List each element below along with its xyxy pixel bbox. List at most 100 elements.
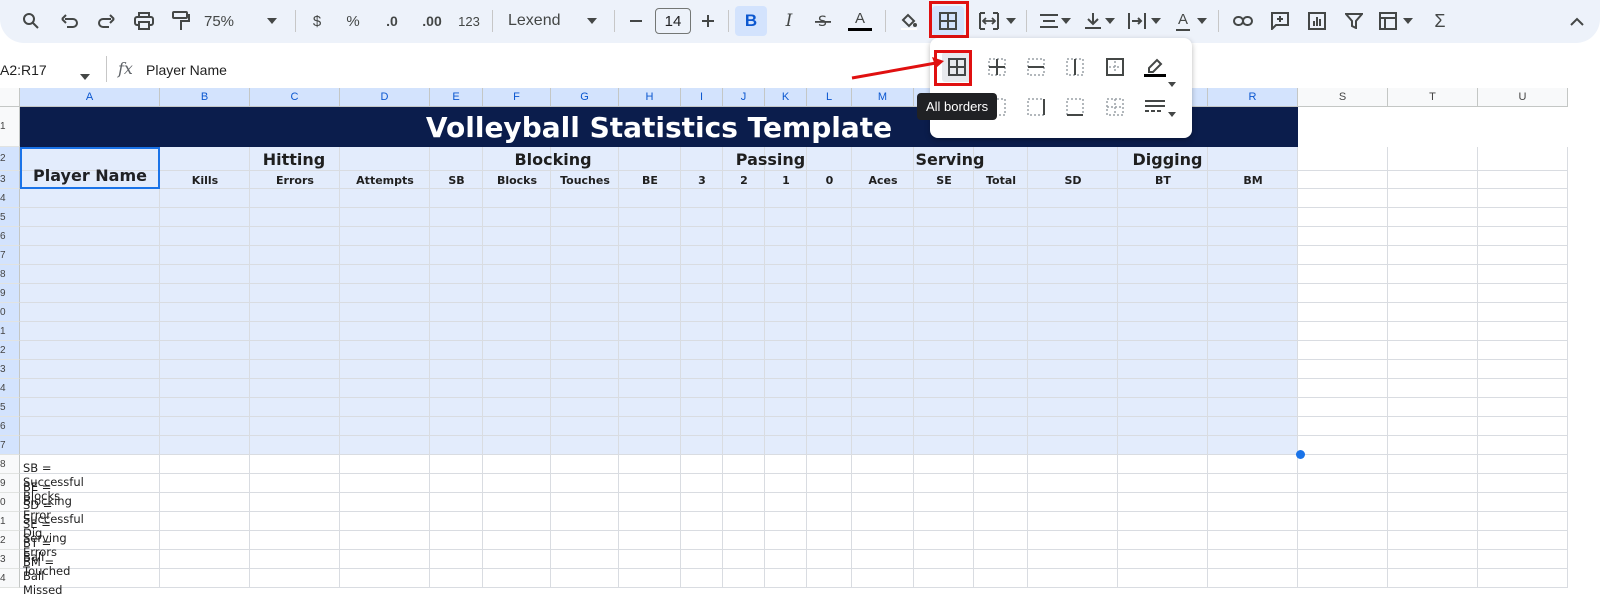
grid-cell[interactable] (430, 512, 483, 531)
grid-cell[interactable] (723, 550, 765, 569)
grid-cell[interactable] (619, 493, 681, 512)
grid-cell[interactable] (483, 265, 551, 284)
right-border-icon[interactable] (1021, 92, 1051, 122)
grid-cell[interactable] (1388, 246, 1478, 265)
row-header[interactable]: 7 (0, 246, 20, 265)
grid-cell[interactable] (1028, 379, 1118, 398)
grid-cell[interactable] (765, 284, 807, 303)
grid-cell[interactable] (852, 569, 914, 588)
row-header[interactable]: 1 (0, 322, 20, 341)
grid-cell[interactable] (974, 569, 1028, 588)
grid-cell[interactable] (723, 531, 765, 550)
grid-cell[interactable] (765, 436, 807, 455)
grid-cell[interactable] (340, 227, 430, 246)
grid-cell[interactable] (807, 322, 852, 341)
chevron-down-icon[interactable] (1168, 104, 1176, 122)
player-name-header[interactable]: Player Name (20, 147, 160, 189)
grid-cell[interactable] (914, 569, 974, 588)
grid-cell[interactable] (1388, 455, 1478, 474)
grid-cell[interactable] (340, 531, 430, 550)
grid-cell[interactable] (1298, 246, 1388, 265)
grid-cell[interactable] (1118, 493, 1208, 512)
grid-cell[interactable] (430, 474, 483, 493)
grid-cell[interactable] (1298, 341, 1388, 360)
grid-cell[interactable] (807, 531, 852, 550)
grid-cell[interactable] (430, 550, 483, 569)
grid-cell[interactable] (1388, 322, 1478, 341)
grid-cell[interactable] (250, 531, 340, 550)
grid-cell[interactable] (483, 227, 551, 246)
grid-cell[interactable] (765, 379, 807, 398)
grid-cell[interactable] (681, 455, 723, 474)
grid-cell[interactable] (765, 322, 807, 341)
grid-cell[interactable] (765, 227, 807, 246)
grid-cell[interactable] (1208, 512, 1298, 531)
grid-cell[interactable] (551, 360, 619, 379)
chevron-down-icon[interactable] (1150, 6, 1162, 36)
chevron-down-icon[interactable] (1060, 6, 1072, 36)
grid-cell[interactable] (1118, 360, 1208, 379)
grid-cell[interactable] (723, 474, 765, 493)
grid-cell[interactable] (483, 322, 551, 341)
grid-cell[interactable] (1478, 246, 1568, 265)
grid-cell[interactable] (160, 531, 250, 550)
grid-cell[interactable] (974, 379, 1028, 398)
grid-cell[interactable] (340, 474, 430, 493)
grid-cell[interactable] (681, 227, 723, 246)
grid-cell[interactable] (1388, 341, 1478, 360)
grid-cell[interactable] (1028, 341, 1118, 360)
fill-color-icon[interactable] (896, 6, 922, 36)
grid-cell[interactable] (974, 455, 1028, 474)
grid-cell[interactable] (807, 493, 852, 512)
grid-cell[interactable] (807, 246, 852, 265)
grid-cell[interactable] (974, 303, 1028, 322)
grid-cell[interactable] (1478, 379, 1568, 398)
grid-cell[interactable] (852, 227, 914, 246)
grid-cell[interactable] (340, 341, 430, 360)
grid-cell[interactable] (430, 531, 483, 550)
grid-cell[interactable] (20, 303, 160, 322)
grid-cell[interactable] (1028, 493, 1118, 512)
grid-cell[interactable] (852, 246, 914, 265)
grid-cell[interactable] (807, 512, 852, 531)
column-header[interactable]: S (1298, 88, 1388, 107)
grid-cell[interactable] (1478, 341, 1568, 360)
column-header[interactable]: E (430, 88, 483, 107)
grid-cell[interactable] (974, 398, 1028, 417)
grid-cell[interactable] (1388, 531, 1478, 550)
grid-cell[interactable] (1478, 417, 1568, 436)
strikethrough-icon[interactable]: S (810, 6, 836, 36)
grid-cell[interactable] (852, 474, 914, 493)
row-header[interactable]: 0 (0, 493, 20, 512)
grid-cell[interactable] (551, 417, 619, 436)
grid-cell[interactable] (681, 474, 723, 493)
grid-cell[interactable] (765, 569, 807, 588)
grid-cell[interactable] (1118, 512, 1208, 531)
grid-cell[interactable] (551, 303, 619, 322)
selection-fill-handle[interactable] (1296, 450, 1305, 459)
grid-cell[interactable] (250, 455, 340, 474)
grid-cell[interactable] (852, 417, 914, 436)
grid-cell[interactable] (1118, 265, 1208, 284)
grid-cell[interactable] (483, 360, 551, 379)
grid-cell[interactable] (483, 303, 551, 322)
grid-cell[interactable] (1298, 171, 1388, 189)
grid-cell[interactable] (551, 474, 619, 493)
chevron-up-icon[interactable] (1567, 6, 1587, 36)
grid-cell[interactable] (974, 265, 1028, 284)
grid-cell[interactable] (1028, 569, 1118, 588)
grid-cell[interactable] (1298, 531, 1388, 550)
grid-cell[interactable] (1118, 531, 1208, 550)
grid-cell[interactable] (160, 436, 250, 455)
grid-cell[interactable] (340, 493, 430, 512)
grid-cell[interactable] (160, 512, 250, 531)
border-color-icon[interactable] (1140, 52, 1170, 82)
grid-cell[interactable] (1118, 341, 1208, 360)
column-header[interactable]: R (1208, 88, 1298, 107)
grid-cell[interactable] (807, 550, 852, 569)
grid-cell[interactable] (1478, 436, 1568, 455)
grid-cell[interactable] (250, 379, 340, 398)
grid-cell[interactable] (681, 379, 723, 398)
grid-cell[interactable] (619, 227, 681, 246)
grid-cell[interactable] (1478, 455, 1568, 474)
